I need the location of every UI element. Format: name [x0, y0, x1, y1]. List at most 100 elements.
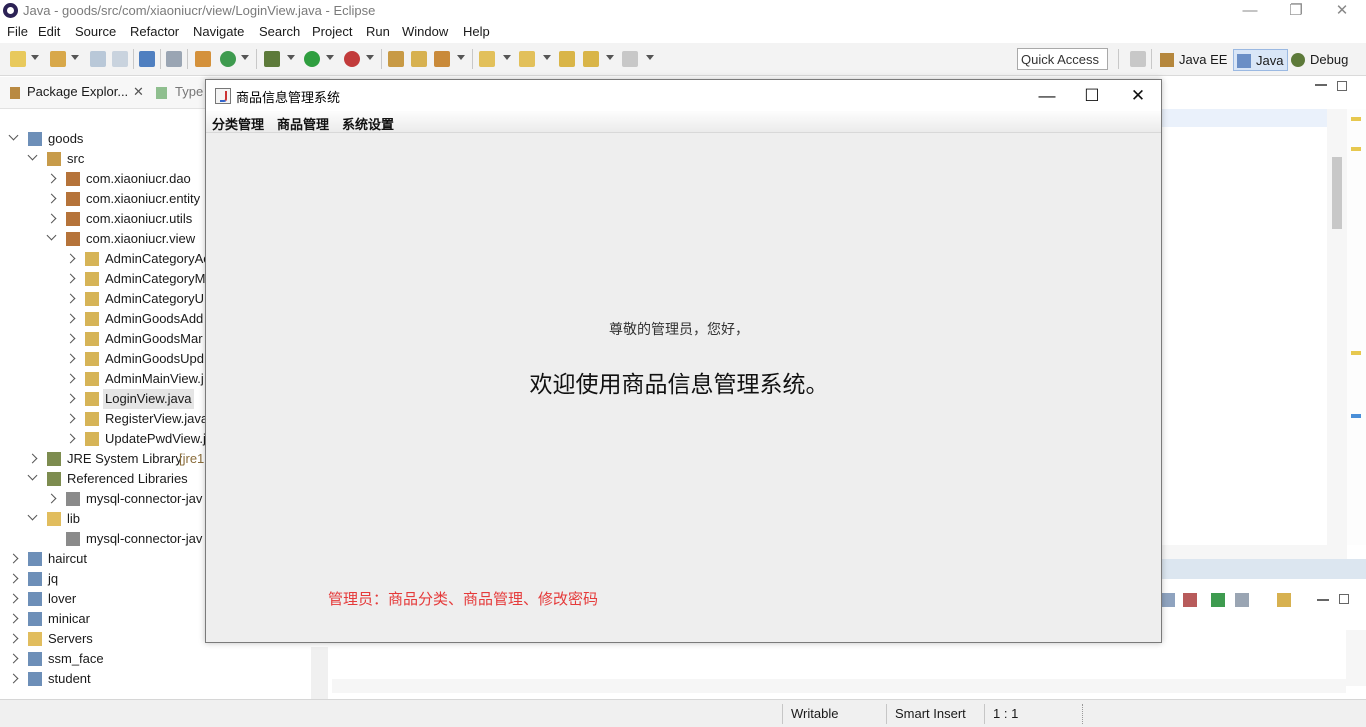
- chevron-down-icon[interactable]: [27, 150, 38, 161]
- next-annotation-dropdown-icon[interactable]: [503, 55, 511, 60]
- menu-file[interactable]: File: [7, 24, 28, 39]
- console-icon[interactable]: [139, 51, 155, 67]
- chevron-right-icon[interactable]: [8, 553, 19, 564]
- new-project-dropdown-icon[interactable]: [71, 55, 79, 60]
- chevron-right-icon[interactable]: [65, 413, 76, 424]
- ruler-marker[interactable]: [1351, 351, 1361, 355]
- menu-source[interactable]: Source: [75, 24, 116, 39]
- swing-minimize-button[interactable]: —: [1024, 80, 1070, 111]
- chevron-down-icon[interactable]: [8, 130, 19, 141]
- status-insert-mode[interactable]: Smart Insert: [895, 706, 966, 721]
- menu-system-settings[interactable]: 系统设置: [342, 114, 394, 133]
- tree-item[interactable]: student: [8, 669, 330, 689]
- chevron-right-icon[interactable]: [65, 393, 76, 404]
- menu-goods-management[interactable]: 商品管理: [277, 114, 329, 133]
- editor-vertical-scrollbar[interactable]: [1327, 109, 1347, 545]
- display-console-icon[interactable]: [1235, 593, 1249, 607]
- console-maximize-icon[interactable]: [1339, 594, 1349, 604]
- swing-title-bar[interactable]: 商品信息管理系统 — ☐ ✕: [206, 80, 1161, 111]
- chevron-right-icon[interactable]: [46, 173, 57, 184]
- previous-annotation-icon[interactable]: [519, 51, 535, 67]
- package-explorer-scrollbar[interactable]: [311, 647, 328, 699]
- chevron-right-icon[interactable]: [46, 213, 57, 224]
- quick-access-input[interactable]: Quick Access: [1017, 48, 1108, 70]
- save-icon[interactable]: [90, 51, 106, 67]
- menu-category-management[interactable]: 分类管理: [212, 114, 264, 133]
- open-perspective-icon[interactable]: [1130, 51, 1146, 67]
- tree-item[interactable]: ssm_face: [8, 649, 330, 669]
- run-dropdown-icon[interactable]: [326, 55, 334, 60]
- restore-button[interactable]: ❐: [1273, 0, 1319, 22]
- console-toolbar-icon[interactable]: [1183, 593, 1197, 607]
- refresh-icon[interactable]: [220, 51, 236, 67]
- save-all-icon[interactable]: [112, 51, 128, 67]
- open-folder-icon[interactable]: [411, 51, 427, 67]
- chevron-right-icon[interactable]: [46, 493, 57, 504]
- edit-pencil-icon[interactable]: [434, 51, 450, 67]
- perspective-java-ee[interactable]: Java EE: [1157, 49, 1231, 71]
- refresh-dropdown-icon[interactable]: [241, 55, 249, 60]
- chevron-right-icon[interactable]: [65, 253, 76, 264]
- tab-close-icon[interactable]: ✕: [133, 84, 144, 100]
- next-annotation-icon[interactable]: [479, 51, 495, 67]
- console-minimize-icon[interactable]: [1317, 599, 1329, 601]
- chevron-right-icon[interactable]: [8, 673, 19, 684]
- minimize-button[interactable]: —: [1227, 0, 1273, 22]
- chevron-right-icon[interactable]: [8, 593, 19, 604]
- perspective-debug[interactable]: Debug: [1288, 49, 1352, 71]
- scrollbar-thumb[interactable]: [1332, 157, 1342, 229]
- new-dropdown-icon[interactable]: [31, 55, 39, 60]
- chevron-right-icon[interactable]: [65, 433, 76, 444]
- editor-maximize-icon[interactable]: [1337, 81, 1347, 91]
- menu-window[interactable]: Window: [402, 24, 448, 39]
- console-vertical-scrollbar[interactable]: [1346, 630, 1366, 686]
- chevron-right-icon[interactable]: [46, 193, 57, 204]
- console-horizontal-scrollbar[interactable]: [332, 679, 1346, 693]
- chevron-right-icon[interactable]: [8, 653, 19, 664]
- debug-dropdown-icon[interactable]: [287, 55, 295, 60]
- new-project-icon[interactable]: [50, 51, 66, 67]
- open-type-icon[interactable]: [388, 51, 404, 67]
- chevron-down-icon[interactable]: [27, 510, 38, 521]
- chevron-right-icon[interactable]: [8, 633, 19, 644]
- back-dropdown-icon[interactable]: [606, 55, 614, 60]
- menu-refactor[interactable]: Refactor: [130, 24, 179, 39]
- editor-minimize-icon[interactable]: [1315, 84, 1327, 86]
- skip-breakpoints-icon[interactable]: [166, 51, 182, 67]
- pin-console-icon[interactable]: [1211, 593, 1225, 607]
- swing-maximize-button[interactable]: ☐: [1069, 80, 1115, 111]
- chevron-right-icon[interactable]: [27, 453, 38, 464]
- ruler-marker[interactable]: [1351, 147, 1361, 151]
- edit-dropdown-icon[interactable]: [457, 55, 465, 60]
- status-cursor-position[interactable]: 1 : 1: [993, 706, 1018, 721]
- menu-navigate[interactable]: Navigate: [193, 24, 244, 39]
- perspective-java[interactable]: Java: [1233, 49, 1289, 71]
- console-toolbar-icon[interactable]: [1161, 593, 1175, 607]
- tab-package-explorer[interactable]: Package Explor...: [27, 84, 128, 99]
- open-console-icon[interactable]: [1277, 593, 1291, 607]
- ruler-marker[interactable]: [1351, 117, 1361, 121]
- chevron-right-icon[interactable]: [65, 353, 76, 364]
- menu-edit[interactable]: Edit: [38, 24, 60, 39]
- swing-close-button[interactable]: ✕: [1115, 80, 1161, 111]
- chevron-right-icon[interactable]: [65, 333, 76, 344]
- run-icon[interactable]: [304, 51, 320, 67]
- debug-icon[interactable]: [264, 51, 280, 67]
- chevron-right-icon[interactable]: [65, 273, 76, 284]
- chevron-right-icon[interactable]: [8, 573, 19, 584]
- chevron-right-icon[interactable]: [65, 313, 76, 324]
- tab-type-hierarchy[interactable]: Type: [175, 84, 203, 99]
- forward-dropdown-icon[interactable]: [646, 55, 654, 60]
- chevron-right-icon[interactable]: [8, 613, 19, 624]
- previous-annotation-dropdown-icon[interactable]: [543, 55, 551, 60]
- back-icon[interactable]: [583, 51, 599, 67]
- new-icon[interactable]: [10, 51, 26, 67]
- editor-horizontal-scrollbar[interactable]: [1161, 545, 1347, 559]
- chevron-right-icon[interactable]: [65, 293, 76, 304]
- chevron-down-icon[interactable]: [27, 470, 38, 481]
- chevron-down-icon[interactable]: [46, 230, 57, 241]
- ruler-marker[interactable]: [1351, 414, 1361, 418]
- package-icon[interactable]: [195, 51, 211, 67]
- menu-search[interactable]: Search: [259, 24, 300, 39]
- forward-icon[interactable]: [622, 51, 638, 67]
